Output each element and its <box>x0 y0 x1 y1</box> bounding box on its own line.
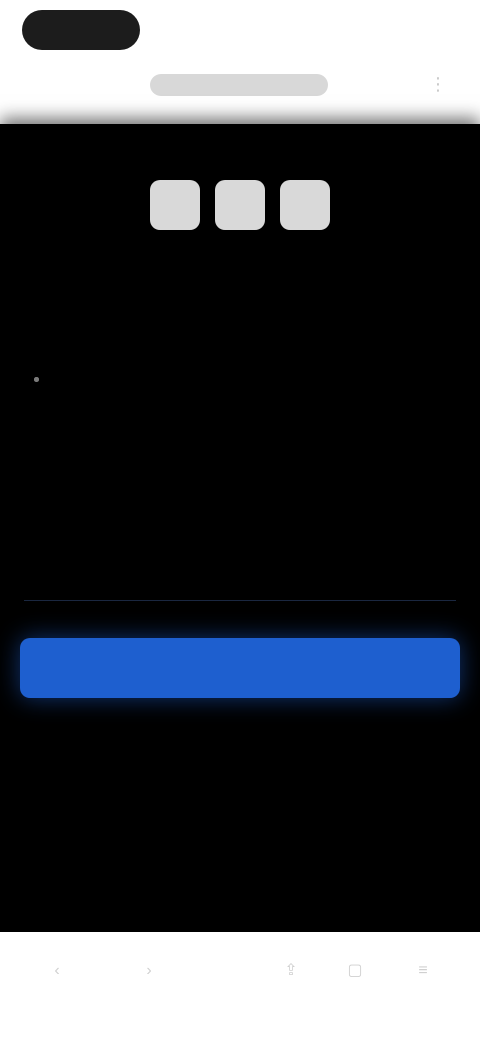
bottom-nav: ‹ › ⇪ ▢ ≡ <box>0 932 480 1040</box>
address-bar[interactable] <box>150 74 328 96</box>
menu-icon[interactable]: ≡ <box>412 960 434 982</box>
verification-panel <box>0 124 480 932</box>
forward-icon[interactable]: › <box>138 960 160 982</box>
panel-corner-label <box>22 146 102 160</box>
share-icon[interactable]: ⇪ <box>280 960 302 982</box>
code-box[interactable] <box>150 180 200 230</box>
logo <box>22 10 140 50</box>
code-box[interactable] <box>280 180 330 230</box>
more-icon[interactable]: ⋮ <box>426 72 450 96</box>
tabs-icon[interactable]: ▢ <box>344 960 366 982</box>
screen: ⋮ ‹ › ⇪ ▢ ≡ <box>0 0 480 1040</box>
info-block <box>24 358 344 382</box>
input-underline[interactable] <box>24 600 456 601</box>
code-box[interactable] <box>215 180 265 230</box>
code-boxes <box>150 180 330 232</box>
top-bar: ⋮ <box>0 0 480 124</box>
continue-button[interactable] <box>20 638 460 698</box>
back-icon[interactable]: ‹ <box>46 960 68 982</box>
